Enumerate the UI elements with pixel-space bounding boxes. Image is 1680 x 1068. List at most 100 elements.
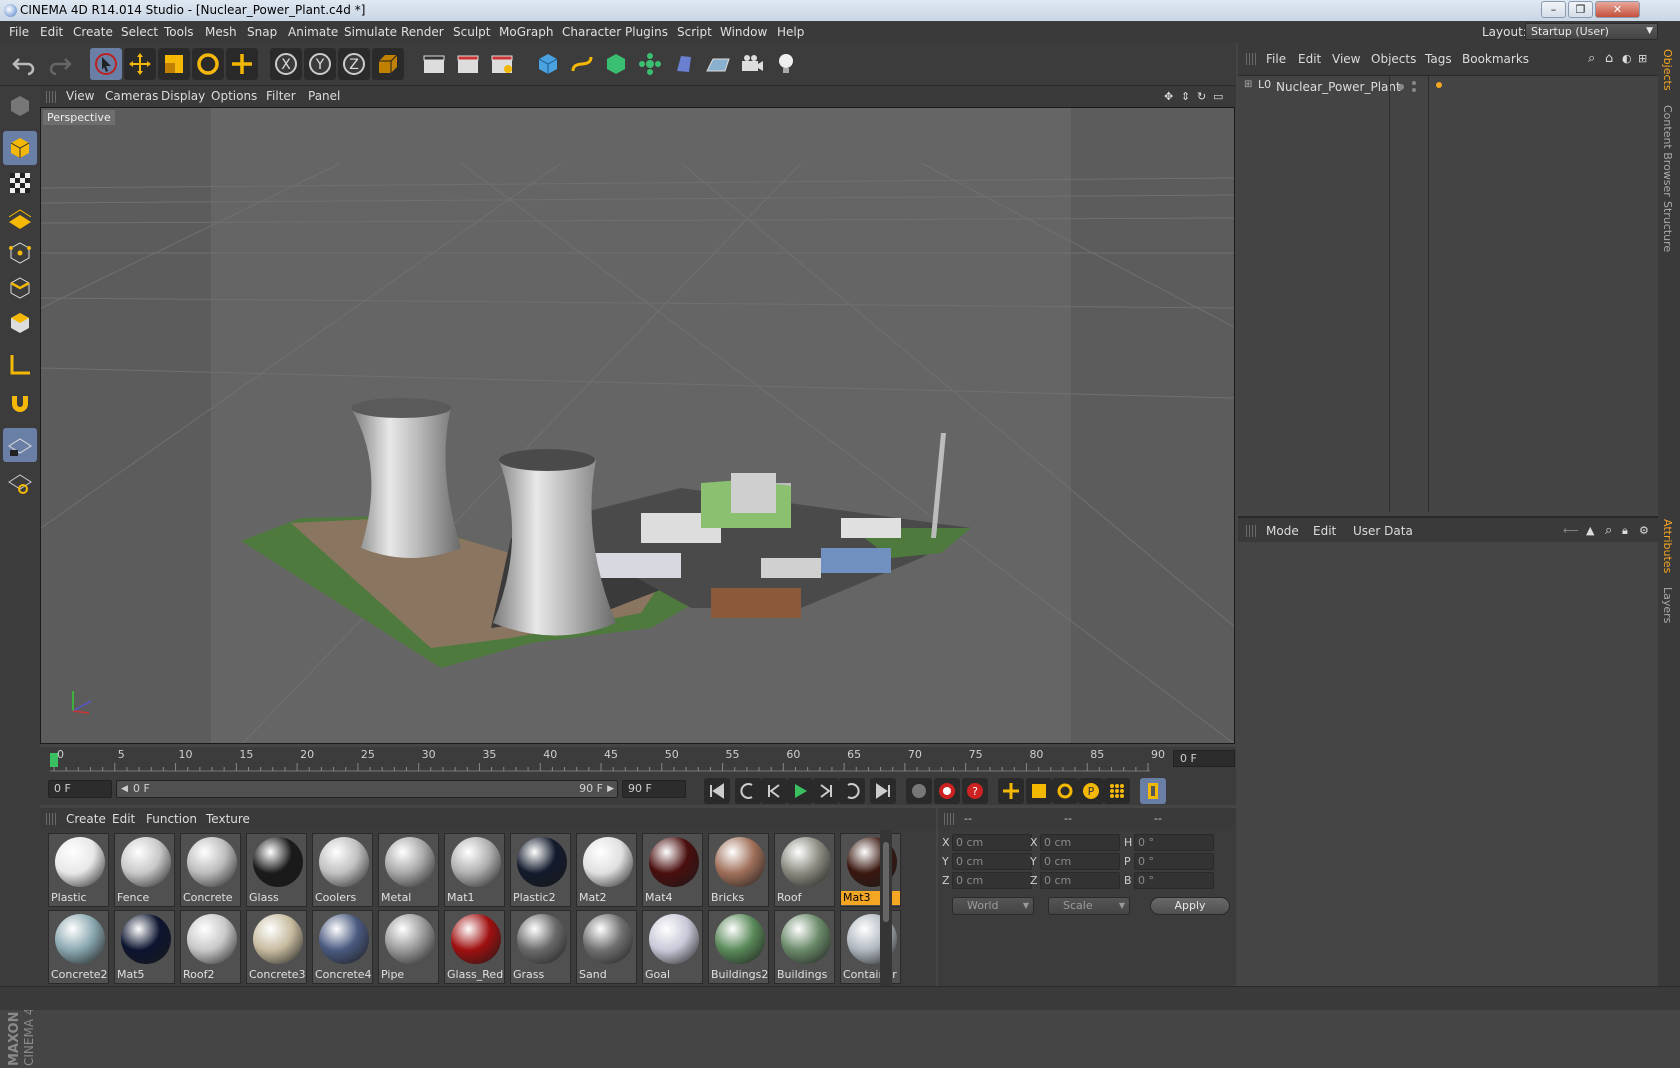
polygons-mode-button[interactable]	[3, 306, 37, 340]
add-camera-button[interactable]	[736, 48, 768, 80]
points-mode-button[interactable]	[3, 236, 37, 270]
undo-button[interactable]	[8, 48, 40, 80]
current-frame-field[interactable]: 0 F	[1173, 750, 1235, 767]
timeline-ruler[interactable]: 0 5 10 15 20 25 30 35 40 45 50 55 60 65 70 75 80 85 90 0 F	[40, 747, 1236, 775]
coord-value-field[interactable]: 0 cm	[1040, 834, 1120, 851]
coord-value-field[interactable]: 0 cm	[952, 872, 1032, 889]
viewport-rotate-icon[interactable]: ↻	[1197, 86, 1206, 107]
up-arrow-icon[interactable]: ▲	[1586, 518, 1594, 544]
workplane-mode-button[interactable]	[3, 201, 37, 235]
material-swatch[interactable]: Coolers	[312, 833, 373, 907]
coord-value-field[interactable]: 0 °	[1134, 872, 1214, 889]
start-frame-field[interactable]: 0 F	[48, 780, 112, 798]
apply-button[interactable]: Apply	[1150, 897, 1230, 915]
texture-mode-button[interactable]	[3, 166, 37, 200]
material-swatch[interactable]: Concrete3	[246, 910, 307, 984]
material-swatch[interactable]: Glass	[246, 833, 307, 907]
material-swatch[interactable]: Buildings	[774, 910, 835, 984]
menu-animate[interactable]: Animate	[288, 21, 338, 43]
render-view-button[interactable]	[418, 48, 450, 80]
add-floor-button[interactable]	[702, 48, 734, 80]
eye-icon[interactable]: ◐	[1622, 43, 1632, 75]
end-frame-field[interactable]: 90 F	[622, 780, 686, 798]
tab-structure[interactable]: Structure	[1661, 201, 1674, 252]
search-icon[interactable]: ⌕	[1588, 43, 1595, 75]
material-swatch[interactable]: Buildings2	[708, 910, 769, 984]
material-swatch[interactable]: Mat4	[642, 833, 703, 907]
render-settings-button[interactable]	[486, 48, 518, 80]
rotate-tool[interactable]	[192, 48, 224, 80]
render-visibility-icon[interactable]	[1412, 88, 1416, 92]
material-swatch[interactable]: Mat2	[576, 833, 637, 907]
coord-value-field[interactable]: 0 cm	[1040, 872, 1120, 889]
material-swatch[interactable]: Mat5	[114, 910, 175, 984]
object-row[interactable]: ⊞ L0 Nuclear_Power_Plant	[1242, 78, 1622, 96]
record-position-button[interactable]	[906, 778, 932, 804]
previous-key-button[interactable]	[735, 778, 761, 804]
editor-visibility-icon[interactable]	[1412, 81, 1416, 85]
menu-select[interactable]: Select	[121, 21, 158, 43]
material-swatch[interactable]: Roof	[774, 833, 835, 907]
viewport-menu-panel[interactable]: Panel	[308, 86, 340, 107]
tab-objects[interactable]: Objects	[1661, 49, 1674, 91]
menu-mesh[interactable]: Mesh	[205, 21, 237, 43]
live-selection-tool[interactable]	[90, 48, 122, 80]
attr-menu-user-data[interactable]: User Data	[1353, 518, 1413, 544]
material-swatch[interactable]: Sand	[576, 910, 637, 984]
edges-mode-button[interactable]	[3, 271, 37, 305]
menu-script[interactable]: Script	[677, 21, 712, 43]
next-frame-button[interactable]	[813, 778, 839, 804]
previous-frame-button[interactable]	[761, 778, 787, 804]
viewport-menu-view[interactable]: View	[66, 86, 94, 107]
add-spline-button[interactable]	[566, 48, 598, 80]
layout-select[interactable]: Startup (User) ▼	[1525, 23, 1658, 40]
coord-value-field[interactable]: 0 °	[1134, 834, 1214, 851]
object-menu-view[interactable]: View	[1332, 43, 1360, 75]
perspective-viewport[interactable]: Perspective	[40, 107, 1235, 744]
transform-tool[interactable]	[226, 48, 258, 80]
key-parameter-button[interactable]: P	[1078, 778, 1104, 804]
material-swatch[interactable]: Fence	[114, 833, 175, 907]
material-swatch[interactable]: Concrete	[180, 833, 241, 907]
viewport-zoom-icon[interactable]: ⇕	[1181, 86, 1190, 107]
move-tool[interactable]	[124, 48, 156, 80]
snap-button[interactable]	[3, 386, 37, 420]
coord-value-field[interactable]: 0 °	[1134, 853, 1214, 870]
material-menu-texture[interactable]: Texture	[206, 808, 250, 830]
coord-transform-select[interactable]: Scale ▼	[1048, 897, 1130, 915]
visibility-dot-icon[interactable]	[1398, 84, 1404, 90]
menu-file[interactable]: File	[9, 21, 29, 43]
tab-layers[interactable]: Layers	[1661, 587, 1674, 623]
y-axis-lock[interactable]: Y	[304, 48, 336, 80]
coord-mode-select[interactable]: World ▼	[952, 897, 1034, 915]
add-cube-button[interactable]	[532, 48, 564, 80]
maximize-button[interactable]: ❐	[1568, 1, 1593, 18]
play-button[interactable]	[787, 778, 813, 804]
menu-plugins[interactable]: Plugins	[625, 21, 668, 43]
locked-workplane-button[interactable]	[3, 466, 37, 500]
add-generator-button[interactable]	[600, 48, 632, 80]
key-position-button[interactable]	[998, 778, 1024, 804]
viewport-menu-filter[interactable]: Filter	[266, 86, 296, 107]
menu-window[interactable]: Window	[720, 21, 767, 43]
menu-edit[interactable]: Edit	[40, 21, 63, 43]
x-axis-lock[interactable]: X	[270, 48, 302, 80]
object-menu-bookmarks[interactable]: Bookmarks	[1462, 43, 1529, 75]
material-swatch[interactable]: Concrete4	[312, 910, 373, 984]
close-button[interactable]: ✕	[1595, 1, 1640, 18]
menu-character[interactable]: Character	[562, 21, 621, 43]
coord-value-field[interactable]: 0 cm	[952, 853, 1032, 870]
menu-help[interactable]: Help	[777, 21, 804, 43]
object-menu-objects[interactable]: Objects	[1371, 43, 1416, 75]
record-button[interactable]	[934, 778, 960, 804]
search-icon[interactable]: ⌕	[1605, 518, 1612, 544]
material-menu-edit[interactable]: Edit	[112, 808, 135, 830]
viewport-menu-cameras[interactable]: Cameras	[105, 86, 158, 107]
timeline-window-button[interactable]	[1140, 778, 1166, 804]
tag-icon[interactable]	[1436, 82, 1442, 88]
scrollbar-thumb[interactable]	[883, 842, 889, 922]
object-menu-edit[interactable]: Edit	[1298, 43, 1321, 75]
menu-tools[interactable]: Tools	[164, 21, 194, 43]
object-menu-file[interactable]: File	[1266, 43, 1286, 75]
lock-icon[interactable]: 🔒︎	[1622, 518, 1628, 544]
